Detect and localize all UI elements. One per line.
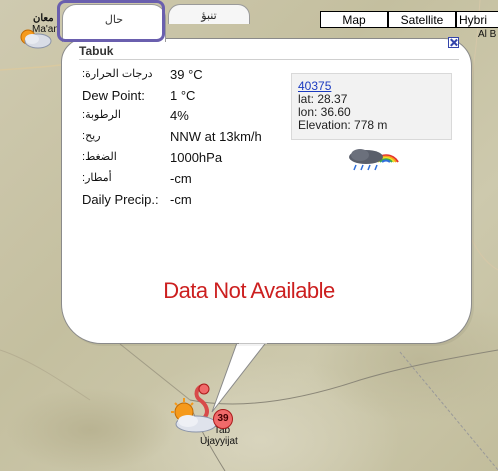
pressure-value: 1000hPa <box>170 150 223 165</box>
station-title: Tabuk <box>79 44 114 58</box>
close-icon[interactable] <box>448 37 459 48</box>
dew-point-value: 1 °C <box>170 88 196 103</box>
daily-precip-value: -cm <box>170 192 192 207</box>
no-data-message: Data Not Available <box>163 278 335 303</box>
longitude-text: lon: 36.60 <box>298 105 351 119</box>
daily-precip-label: Daily Precip.: <box>82 192 159 207</box>
wind-value: NNW at 13km/h <box>170 129 262 144</box>
tab-now[interactable]: حال <box>62 4 166 42</box>
humidity-label: :الرطوبة <box>82 109 121 121</box>
rain-rainbow-icon <box>349 149 399 171</box>
temperature-label: :درجات الحرارة <box>82 68 153 80</box>
precip-label: :أمطار <box>82 172 112 184</box>
station-info-box: 40375 lat: 28.37 lon: 36.60 Elevation: 7… <box>291 73 452 140</box>
dew-point-label: Dew Point: <box>82 88 145 103</box>
precip-value: -cm <box>170 171 192 186</box>
tab-now-label: حال <box>104 14 124 26</box>
title-divider <box>79 59 459 60</box>
pressure-label: :الضغط <box>82 151 117 163</box>
wind-label: :ريح <box>82 130 101 142</box>
temperature-value: 39 °C <box>170 67 203 82</box>
latitude-text: lat: 28.37 <box>298 92 348 106</box>
humidity-value: 4% <box>170 108 189 123</box>
elevation-text: Elevation: 778 m <box>298 118 388 132</box>
station-id-link[interactable]: 40375 <box>298 79 331 93</box>
